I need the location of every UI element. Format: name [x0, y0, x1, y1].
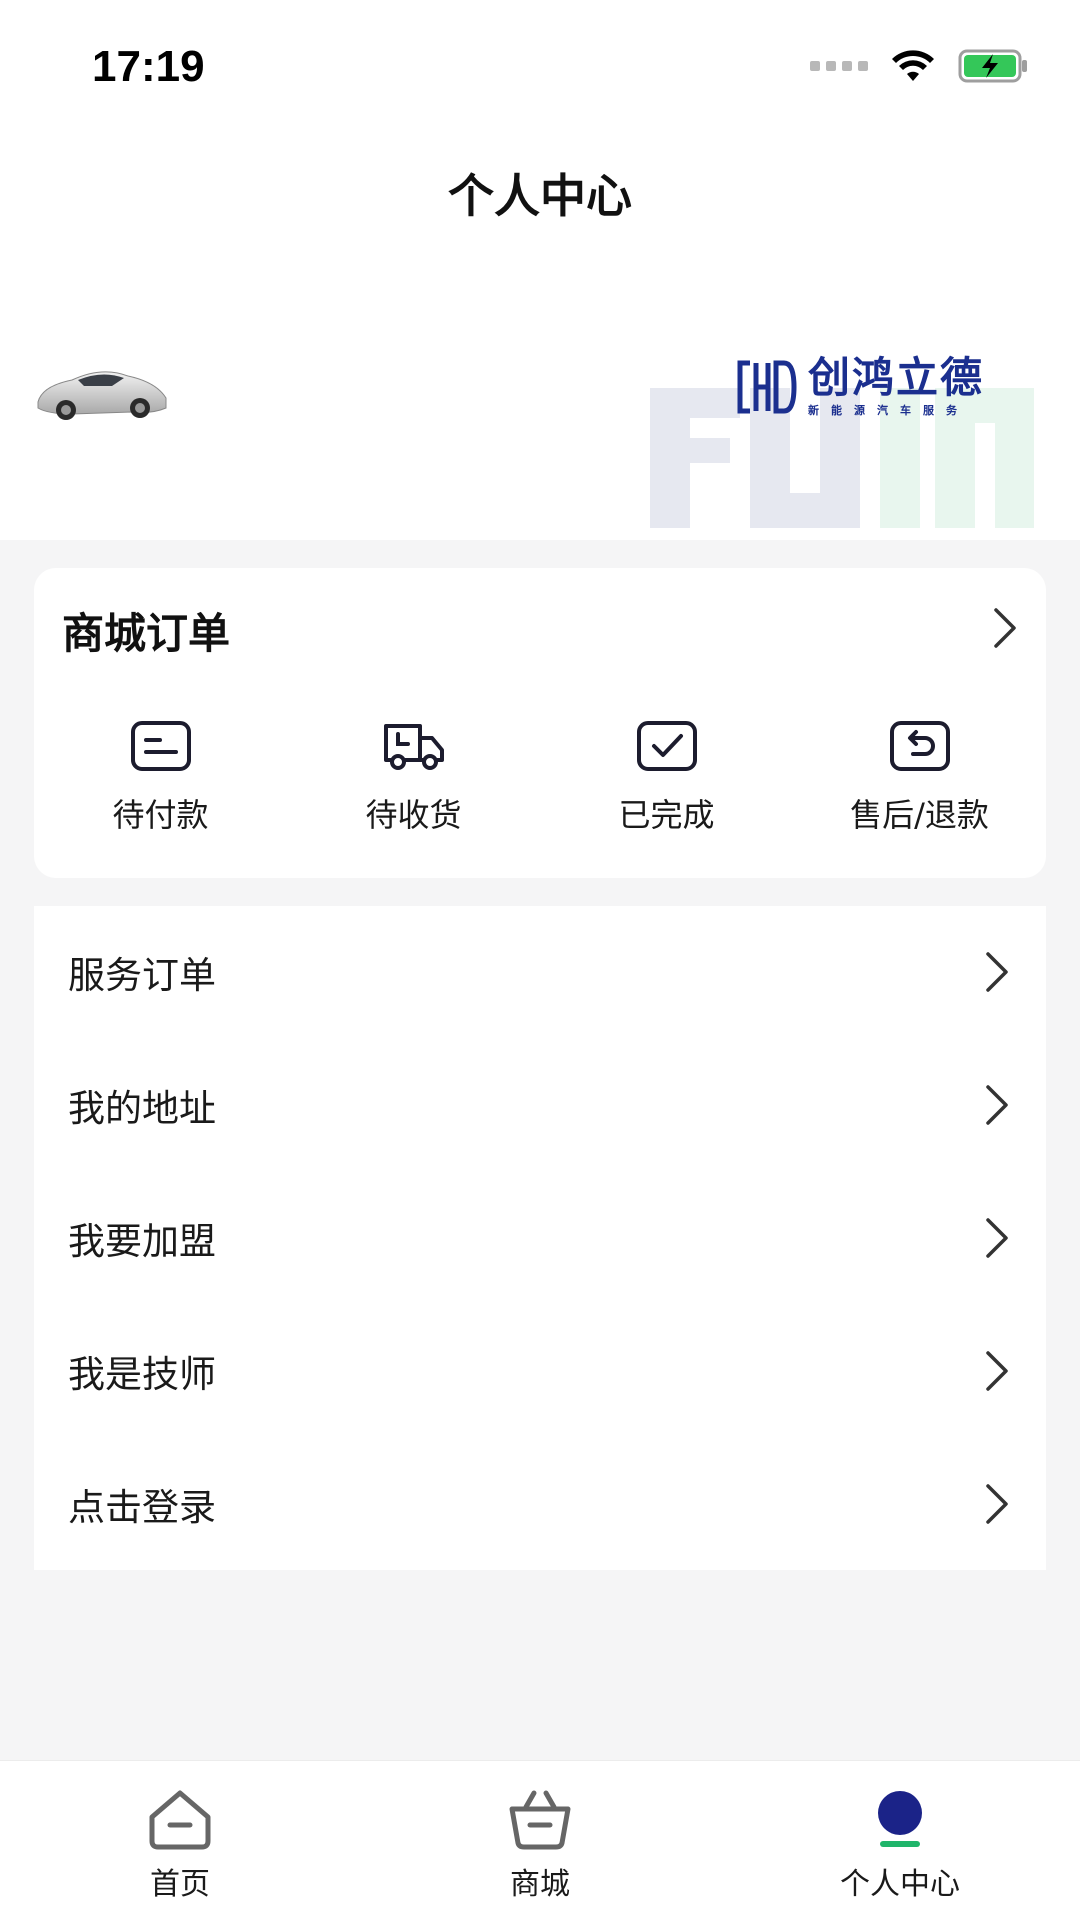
tab-mall[interactable]: 商城 [360, 1761, 720, 1920]
order-action-after-sales[interactable]: 售后/退款 [793, 720, 1046, 836]
menu-item-label: 点击登录 [68, 1485, 216, 1529]
bottom-tab-bar: 首页 商城 个人中心 [0, 1760, 1080, 1920]
chevron-right-icon [986, 1218, 1008, 1258]
mall-orders-title[interactable]: 商城订单 [62, 600, 230, 661]
chevron-right-icon [986, 1483, 1008, 1524]
wifi-icon [892, 50, 934, 81]
menu-item-label: 我要加盟 [68, 1219, 216, 1263]
status-time: 17:19 [92, 42, 205, 91]
status-bar: 17:19 [0, 0, 1080, 130]
brand-mark-icon [737, 360, 797, 414]
order-action-label: 已完成 [618, 796, 715, 834]
chevron-right-icon[interactable] [992, 606, 1020, 650]
tab-label: 商城 [510, 1867, 570, 1902]
menu-item-service-orders[interactable]: 服务订单 [34, 906, 1046, 1039]
mall-orders-card: 商城订单 待付款 待收货 已完成 售后/退款 [34, 568, 1046, 878]
car-image [37, 371, 167, 420]
menu-list: 服务订单 我的地址 我要加盟 我是技师 点击登录 [34, 906, 1046, 1570]
tab-home[interactable]: 首页 [0, 1761, 360, 1920]
chevron-right-icon [986, 1085, 1008, 1125]
menu-item-label: 服务订单 [68, 954, 216, 998]
menu-item-label: 我是技师 [68, 1352, 216, 1396]
tab-label: 个人中心 [840, 1867, 960, 1902]
order-status-actions: 待付款 待收货 已完成 售后/退款 [34, 720, 1046, 836]
chevron-right-icon [986, 952, 1008, 993]
order-action-label: 待付款 [112, 796, 209, 834]
order-action-label: 待收货 [365, 796, 462, 834]
order-action-pending-payment[interactable]: 待付款 [34, 720, 287, 836]
shopping-basket-icon [509, 1790, 571, 1850]
tab-profile[interactable]: 个人中心 [720, 1761, 1080, 1920]
status-icons [810, 48, 1030, 84]
page-title: 个人中心 [448, 169, 632, 223]
page-header: 个人中心 [0, 130, 1080, 260]
menu-item-label: 我的地址 [68, 1087, 216, 1131]
profile-active-icon [878, 1791, 922, 1847]
battery-charging-icon [958, 49, 1027, 83]
hero-banner: 创鸿立德 新能源汽车服务 [0, 260, 1080, 540]
order-action-pending-receipt[interactable]: 待收货 [287, 720, 540, 836]
menu-item-my-address[interactable]: 我的地址 [34, 1039, 1046, 1172]
order-action-label: 售后/退款 [850, 796, 989, 834]
wallet-icon [130, 721, 191, 771]
brand-text: 创鸿立德 新能源汽车服务 [808, 356, 984, 418]
menu-item-technician[interactable]: 我是技师 [34, 1304, 1046, 1437]
home-icon [149, 1790, 211, 1850]
brand-subtitle: 新能源汽车服务 [808, 404, 969, 417]
return-icon [889, 721, 950, 771]
check-icon [636, 721, 697, 771]
chevron-right-icon [986, 1351, 1008, 1391]
menu-item-login[interactable]: 点击登录 [34, 1437, 1046, 1570]
truck-icon [383, 724, 444, 770]
brand-logo: 创鸿立德 新能源汽车服务 [736, 356, 984, 418]
brand-name: 创鸿立德 [808, 353, 985, 402]
menu-item-join-franchise[interactable]: 我要加盟 [34, 1172, 1046, 1305]
tab-label: 首页 [150, 1867, 210, 1902]
order-action-completed[interactable]: 已完成 [540, 720, 793, 836]
cellular-signal-icon [810, 61, 868, 71]
